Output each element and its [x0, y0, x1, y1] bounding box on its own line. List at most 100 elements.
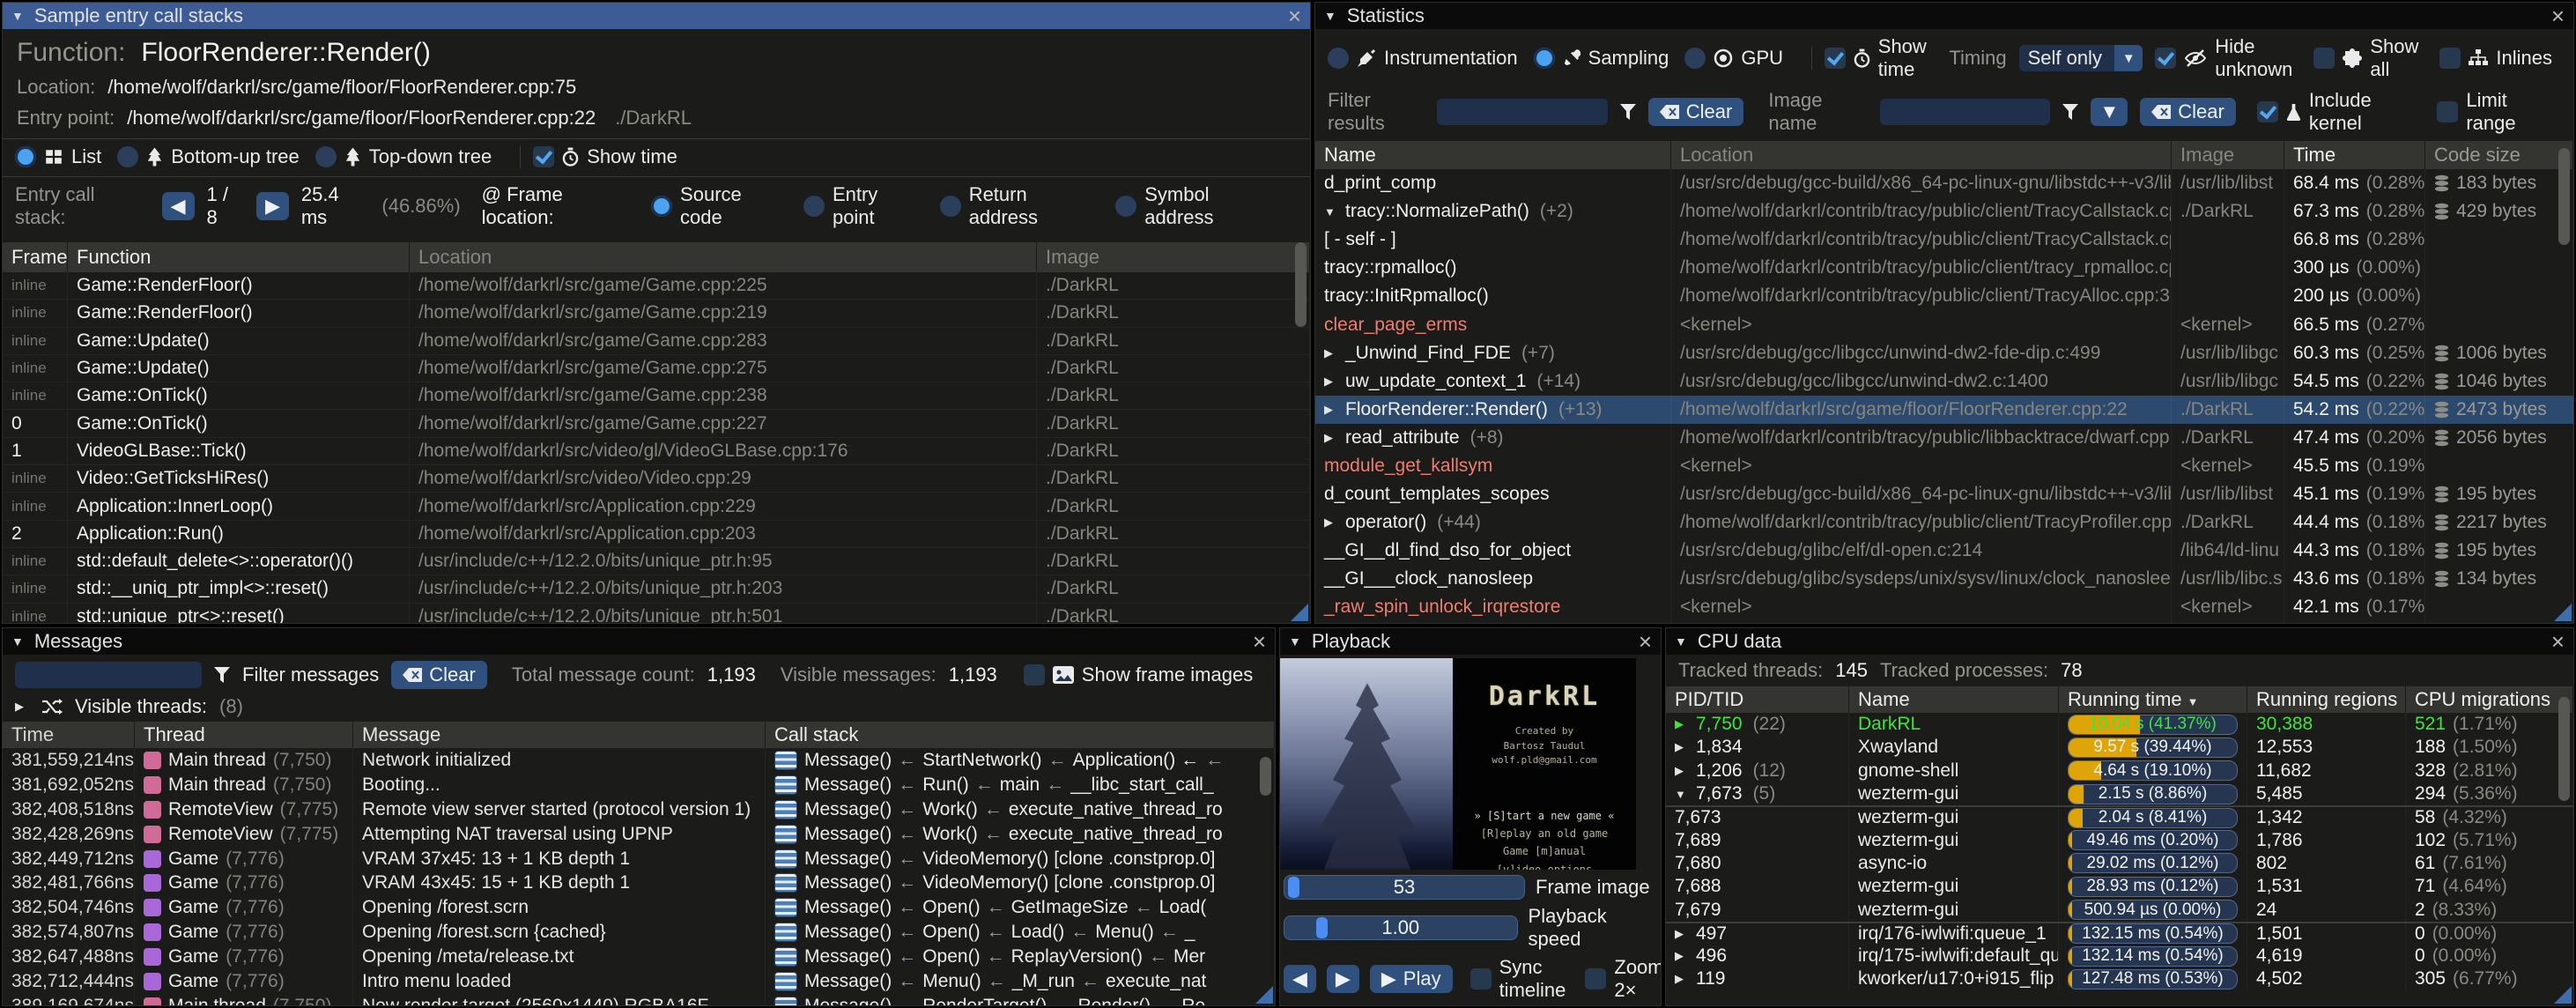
frame-image-slider[interactable]: 53 — [1284, 875, 1525, 900]
message-row[interactable]: 382,428,269nsRemoteView(7,775)Attempting… — [3, 822, 1275, 847]
radio-dot[interactable] — [1684, 48, 1706, 69]
close-icon[interactable]: × — [2551, 630, 2565, 653]
next-frame-button[interactable]: ▶ — [1327, 965, 1359, 993]
stats-row[interactable]: ▶operator()(+44)/home/wolf/darkrl/contri… — [1315, 508, 2573, 537]
expander-icon[interactable]: ▶ — [1675, 927, 1689, 941]
prev-frame-button[interactable]: ◀ — [1284, 965, 1316, 993]
message-filter-input[interactable] — [15, 662, 202, 688]
radio-gpu[interactable]: GPU — [1684, 47, 1783, 70]
radio-dot[interactable] — [15, 146, 36, 167]
collapse-icon[interactable]: ▼ — [1324, 9, 1336, 23]
scrollbar[interactable] — [1295, 242, 1307, 327]
stats-row[interactable]: ▶VideoGLBase::RenderContent()(+14)/home/… — [1315, 622, 2573, 625]
table-row[interactable]: inlineGame::Update()/home/wolf/darkrl/sr… — [3, 355, 1310, 382]
checkbox[interactable] — [2313, 48, 2335, 69]
callstack-icon[interactable] — [774, 849, 797, 869]
stats-row[interactable]: ▼tracy::NormalizePath()(+2)/home/wolf/da… — [1315, 197, 2573, 226]
table-row[interactable]: inlineGame::RenderFloor()/home/wolf/dark… — [3, 300, 1310, 327]
cpu-thread-row[interactable]: ▶119kworker/u17:0+i915_flip127.48 ms (0.… — [1666, 967, 2573, 990]
table-row[interactable]: inlineVideo::GetTicksHiRes()/home/wolf/d… — [3, 465, 1310, 493]
chevron-down-icon[interactable]: ▼ — [2114, 45, 2143, 71]
callstack-icon[interactable] — [774, 947, 797, 967]
stats-row[interactable]: ▶read_attribute(+8)/home/wolf/darkrl/con… — [1315, 424, 2573, 452]
radio-sampling[interactable]: Sampling — [1534, 47, 1669, 70]
checkbox[interactable] — [2257, 101, 2278, 122]
funnel-icon[interactable] — [1620, 104, 1636, 120]
table-row[interactable]: 0Game::OnTick()/home/wolf/darkrl/src/gam… — [3, 410, 1310, 437]
expander-icon[interactable]: ▶ — [1324, 374, 1338, 389]
message-row[interactable]: 389,169,674nsMain thread(7,750)New rende… — [3, 994, 1275, 1006]
callstack-icon[interactable] — [774, 825, 797, 844]
sample-titlebar[interactable]: ▼ Sample entry call stacks × — [3, 3, 1310, 29]
radio-dot[interactable] — [940, 196, 961, 217]
radio-dot[interactable] — [117, 146, 138, 167]
cpu-thread-row[interactable]: ▶1,834Xwayland9.57 s (39.44%)12,553188(1… — [1666, 736, 2573, 759]
expander-icon[interactable]: ▶ — [1324, 431, 1338, 445]
radio-dot[interactable] — [803, 196, 825, 217]
col-running-time[interactable]: Running time▼ — [2059, 685, 2247, 715]
messages-titlebar[interactable]: ▼ Messages × — [3, 628, 1275, 655]
checkbox[interactable] — [2155, 48, 2176, 69]
callstack-icon[interactable] — [774, 751, 797, 770]
checkbox[interactable] — [1470, 968, 1492, 989]
timing-dropdown[interactable]: Self only ▼ — [2019, 45, 2143, 71]
table-row[interactable]: inlineGame::OnTick()/home/wolf/darkrl/sr… — [3, 382, 1310, 410]
radio-top-down-tree[interactable]: Top-down tree — [315, 145, 492, 168]
funnel-icon[interactable] — [2062, 104, 2078, 120]
message-row[interactable]: 382,504,746nsGame(7,776)Opening /forest.… — [3, 895, 1275, 920]
include-kernel-checkbox[interactable]: Include kernel — [2257, 89, 2417, 135]
expanded-icon[interactable]: ▼ — [1324, 205, 1338, 219]
checkbox[interactable] — [1024, 664, 1045, 686]
radio-source-code[interactable]: Source code — [651, 183, 788, 229]
clear-filter-button[interactable]: Clear — [1648, 98, 1744, 126]
cpu-thread-row[interactable]: 7,689wezterm-gui49.46 ms (0.20%)1,786102… — [1666, 828, 2573, 851]
collapse-icon[interactable]: ▼ — [11, 9, 24, 23]
stats-row[interactable]: d_print_comp/usr/src/debug/gcc-build/x86… — [1315, 169, 2573, 197]
stats-row[interactable]: _raw_spin_unlock_irqrestore<kernel><kern… — [1315, 593, 2573, 621]
cpu-thread-row[interactable]: 7,679wezterm-gui500.94 µs (0.00%)242(8.3… — [1666, 898, 2573, 921]
resize-grip[interactable] — [1291, 604, 1308, 621]
stats-row[interactable]: module_get_kallsym<kernel><kernel>45.5 m… — [1315, 452, 2573, 480]
table-row[interactable]: inlinestd::__uniq_ptr_impl<>::reset()/us… — [3, 575, 1310, 603]
expander-icon[interactable]: ▶ — [15, 700, 29, 714]
radio-list[interactable]: List — [15, 145, 101, 168]
stats-row[interactable]: ▶uw_update_context_1(+14)/usr/src/debug/… — [1315, 367, 2573, 396]
slider-handle[interactable] — [1316, 917, 1328, 938]
expander-icon[interactable]: ▶ — [1675, 717, 1689, 731]
close-icon[interactable]: × — [1288, 4, 1301, 27]
filter-results-input[interactable] — [1437, 99, 1607, 125]
message-row[interactable]: 381,559,214nsMain thread(7,750)Network i… — [3, 748, 1275, 773]
play-button[interactable]: ▶ Play — [1370, 965, 1453, 993]
expander-icon[interactable]: ▶ — [1675, 740, 1689, 754]
clear-messages-button[interactable]: Clear — [391, 661, 487, 689]
slider-handle[interactable] — [1288, 877, 1299, 898]
radio-dot[interactable] — [1115, 196, 1136, 217]
table-row[interactable]: 2Application::Run()/home/wolf/darkrl/src… — [3, 521, 1310, 548]
radio-instrumentation[interactable]: Instrumentation — [1328, 47, 1518, 70]
image-filter-dropdown-button[interactable]: ▼ — [2091, 98, 2128, 126]
show-time-checkbox[interactable]: Show time — [533, 145, 677, 168]
stats-row[interactable]: clear_page_erms<kernel><kernel>66.5 ms(0… — [1315, 310, 2573, 338]
limit-range-checkbox[interactable]: Limit range — [2437, 89, 2552, 135]
table-row[interactable]: inlineGame::Update()/home/wolf/darkrl/sr… — [3, 328, 1310, 355]
stats-row[interactable]: ▶_Unwind_Find_FDE(+7)/usr/src/debug/gcc/… — [1315, 339, 2573, 367]
cpu-thread-row[interactable]: ▶1,206(12)gnome-shell4.64 s (19.10%)11,6… — [1666, 760, 2573, 782]
image-name-input[interactable] — [1880, 99, 2050, 125]
callstack-icon[interactable] — [774, 873, 797, 893]
table-row[interactable]: inlineApplication::InnerLoop()/home/wolf… — [3, 493, 1310, 520]
checkbox[interactable] — [533, 146, 554, 167]
stats-row[interactable]: tracy::InitRpmalloc()/home/wolf/darkrl/c… — [1315, 282, 2573, 310]
stats-row[interactable]: __GI__dl_find_dso_for_object/usr/src/deb… — [1315, 537, 2573, 565]
hide-unknown-checkbox[interactable]: Hide unknown — [2155, 35, 2292, 81]
show-all-checkbox[interactable]: Show all — [2313, 35, 2418, 81]
sync-timeline-checkbox[interactable]: Sync timeline — [1470, 956, 1566, 1002]
message-row[interactable]: 382,449,712nsGame(7,776)VRAM 37x45: 13 +… — [3, 847, 1275, 871]
close-icon[interactable]: × — [1253, 630, 1266, 653]
table-row[interactable]: inlinestd::default_delete<>::operator()(… — [3, 548, 1310, 575]
callstack-icon[interactable] — [774, 923, 797, 942]
message-row[interactable]: 382,408,518nsRemoteView(7,775)Remote vie… — [3, 797, 1275, 822]
expander-icon[interactable]: ▶ — [1324, 403, 1338, 417]
radio-return-address[interactable]: Return address — [940, 183, 1100, 229]
radio-dot[interactable] — [1534, 48, 1555, 69]
show-time-checkbox[interactable]: Show time — [1825, 35, 1928, 81]
